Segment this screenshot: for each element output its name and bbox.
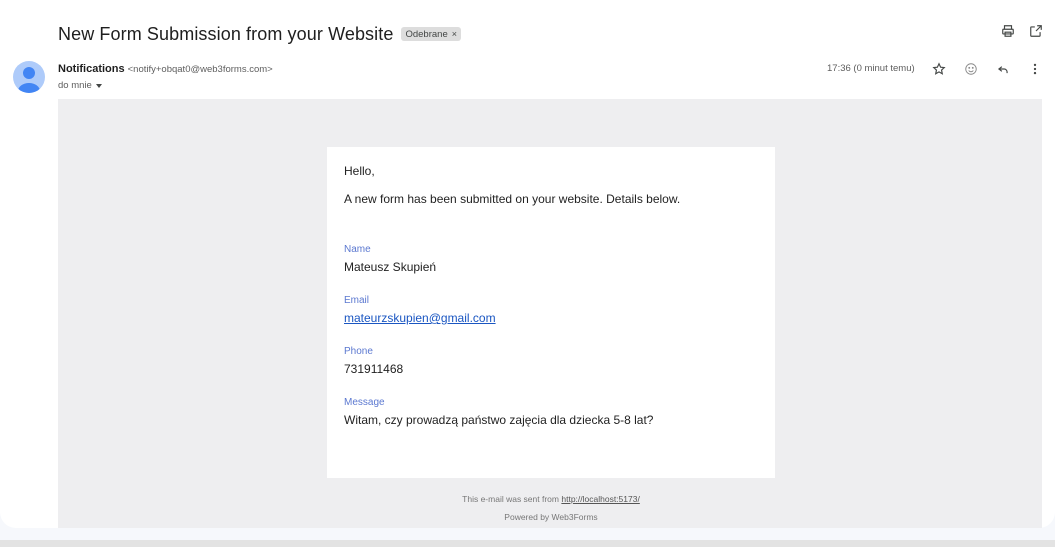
powered-by: Powered by Web3Forms bbox=[504, 512, 598, 522]
top-actions bbox=[1001, 24, 1043, 38]
sender-name[interactable]: Notifications bbox=[58, 63, 125, 75]
field-name: Name Mateusz Skupień bbox=[344, 244, 758, 274]
field-phone: Phone 731911468 bbox=[344, 346, 758, 376]
localhost-link[interactable]: http://localhost:5173/ bbox=[561, 494, 639, 504]
recipient-details-toggle[interactable]: do mnie bbox=[58, 80, 102, 91]
sent-from-footer: This e-mail was sent from http://localho… bbox=[327, 494, 775, 504]
subject-row: New Form Submission from your Website Od… bbox=[58, 22, 461, 46]
email-view: New Form Submission from your Website Od… bbox=[0, 0, 1055, 547]
field-value: Witam, czy prowadzą państwo zajęcia dla … bbox=[344, 413, 654, 427]
remove-label-button[interactable]: × bbox=[452, 29, 457, 39]
intro-text: A new form has been submitted on your we… bbox=[344, 192, 681, 206]
print-icon[interactable] bbox=[1001, 24, 1015, 38]
star-icon[interactable] bbox=[932, 61, 946, 77]
field-label: Name bbox=[344, 244, 371, 255]
email-card: New Form Submission from your Website Od… bbox=[0, 0, 1055, 528]
sender-line: Notifications <notify+obqat0@web3forms.c… bbox=[58, 63, 273, 75]
field-email: Email mateurzskupien@gmail.com bbox=[344, 295, 758, 325]
chevron-down-icon bbox=[95, 83, 102, 88]
field-value: 731911468 bbox=[344, 362, 404, 376]
email-time: 17:36 (0 minut temu) bbox=[827, 63, 915, 74]
footer-prefix: This e-mail was sent from bbox=[462, 494, 559, 504]
open-in-new-icon[interactable] bbox=[1029, 24, 1043, 38]
more-vert-icon[interactable] bbox=[1028, 61, 1042, 77]
field-label: Phone bbox=[344, 346, 373, 357]
bottom-divider bbox=[0, 540, 1055, 547]
field-label: Email bbox=[344, 295, 370, 306]
message-actions bbox=[932, 61, 1042, 77]
sender-avatar[interactable] bbox=[13, 61, 45, 93]
email-link[interactable]: mateurzskupien@gmail.com bbox=[344, 311, 758, 325]
recipient-text: do mnie bbox=[58, 80, 92, 91]
email-subject: New Form Submission from your Website bbox=[58, 23, 394, 44]
field-message: Message Witam, czy prowadzą państwo zaję… bbox=[344, 397, 758, 427]
field-label: Message bbox=[344, 397, 385, 408]
inbox-label-chip[interactable]: Odebrane × bbox=[401, 27, 461, 41]
label-text: Odebrane bbox=[405, 28, 448, 40]
reply-icon[interactable] bbox=[996, 61, 1010, 77]
email-body: Hello, A new form has been submitted on … bbox=[327, 147, 775, 478]
sender-email: <notify+obqat0@web3forms.com> bbox=[127, 64, 273, 75]
greeting: Hello, bbox=[344, 164, 375, 178]
person-avatar-icon bbox=[18, 67, 40, 93]
field-value: Mateusz Skupień bbox=[344, 260, 437, 274]
emoji-icon[interactable] bbox=[964, 61, 978, 77]
